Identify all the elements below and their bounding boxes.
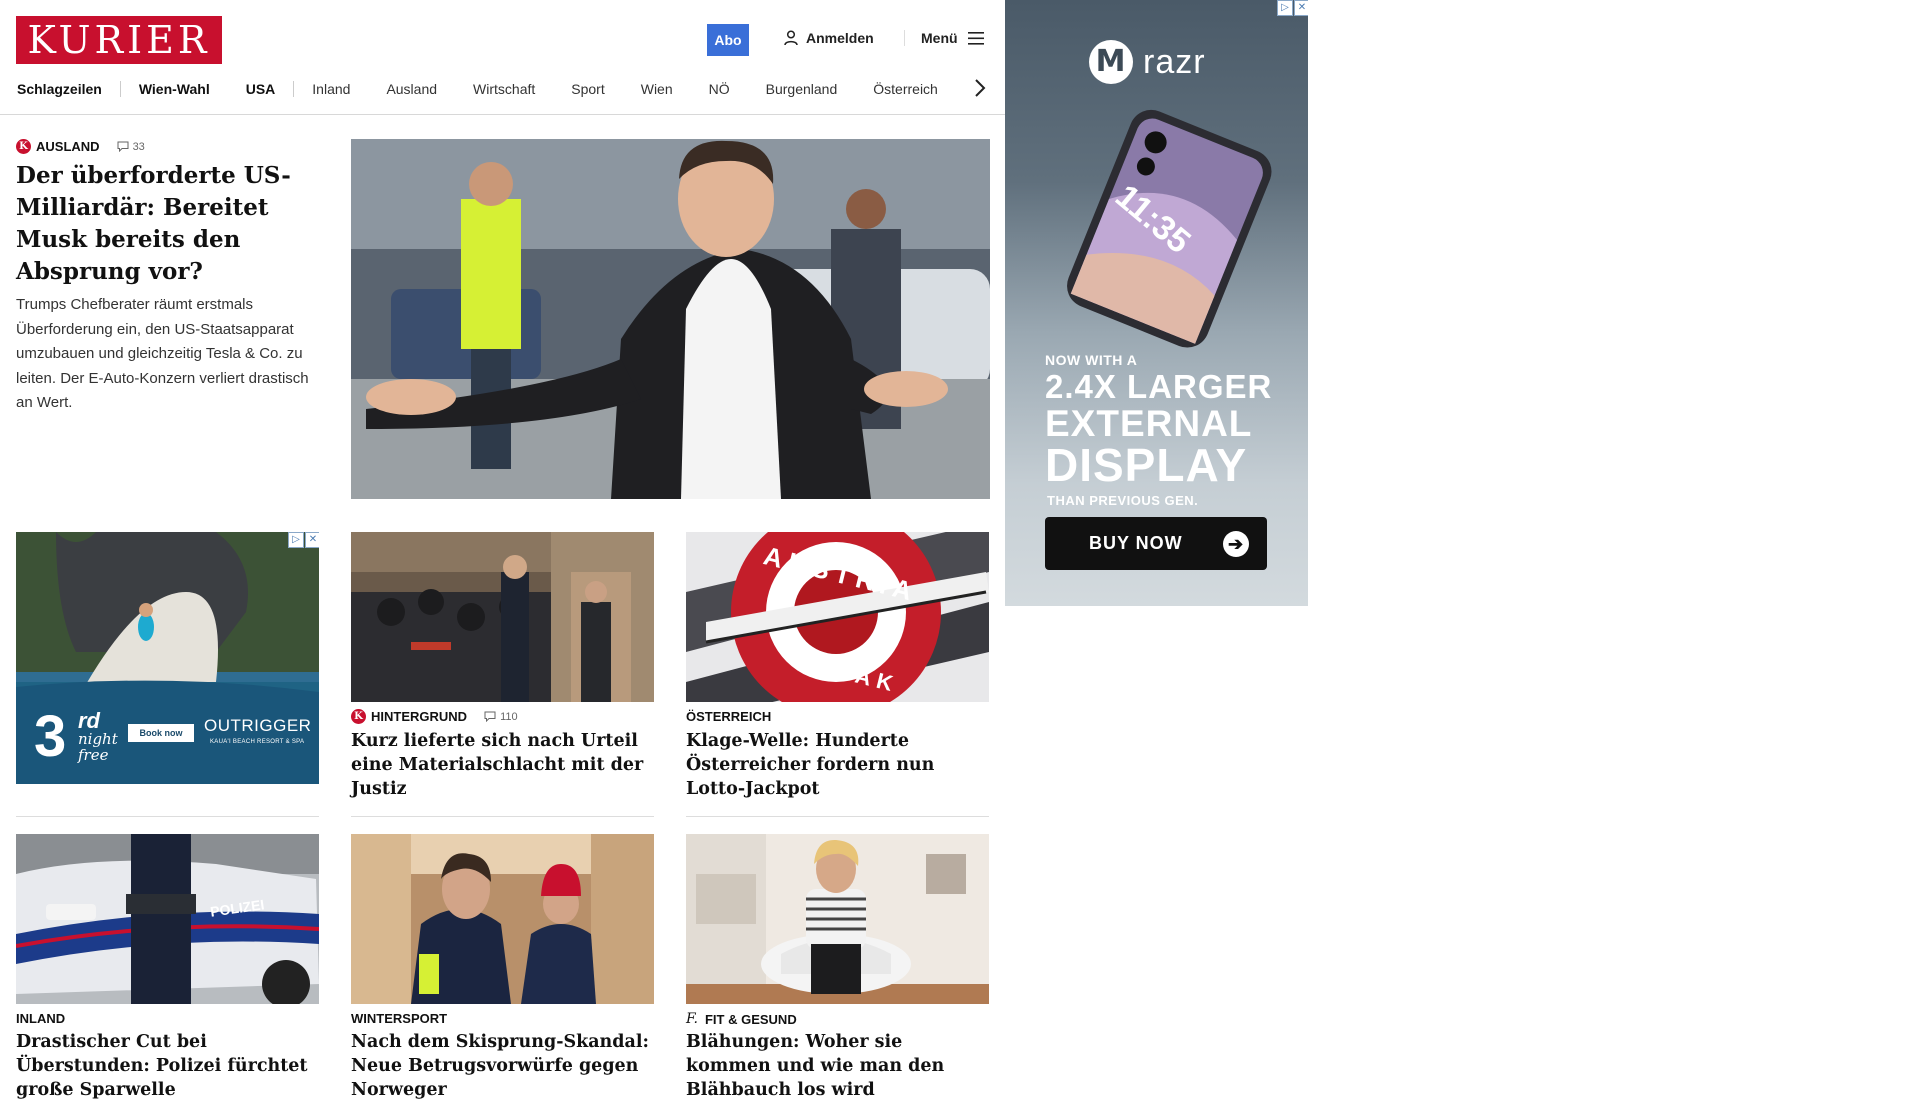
card-kicker-kurz[interactable]: K HINTERGRUND 110 — [351, 709, 518, 724]
card-title-blaehungen[interactable]: Blähungen: Woher sie kommen und wie man … — [686, 1030, 989, 1102]
site-header: KURIER Abo Anmelden Menü Schlagzeilen Wi… — [0, 0, 1005, 115]
motorola-logo-icon: M — [1089, 40, 1133, 84]
card-image-skisprung[interactable] — [351, 834, 654, 1004]
adchoices-icon[interactable]: ▷ — [1277, 0, 1293, 16]
ad-line3: EXTERNAL — [1045, 403, 1253, 444]
hamburger-icon — [967, 31, 984, 45]
comment-count-value: 33 — [132, 140, 145, 153]
card-divider — [686, 816, 989, 817]
ad-close-icon[interactable]: ✕ — [305, 532, 319, 548]
login-button[interactable]: Anmelden — [784, 30, 874, 46]
comment-count-value: 110 — [500, 710, 518, 723]
kicker-label: WINTERSPORT — [351, 1011, 448, 1026]
outrigger-brand: OUTRIGGER — [204, 716, 312, 735]
kicker-label: INLAND — [16, 1011, 66, 1026]
comment-count[interactable]: 110 — [484, 711, 518, 723]
card-kicker-skisprung[interactable]: WINTERSPORT — [351, 1011, 447, 1026]
nav-item-noe[interactable]: NÖ — [691, 81, 748, 97]
chevron-right-icon[interactable] — [974, 78, 986, 98]
kurier-plus-icon: K — [16, 139, 31, 154]
card-image-blaehungen[interactable] — [686, 834, 989, 1004]
abo-button[interactable]: Abo — [707, 24, 749, 56]
ad-line1: NOW WITH A — [1045, 352, 1138, 368]
nav-item-sport[interactable]: Sport — [553, 81, 622, 97]
book-now-button[interactable]: Book now — [128, 724, 194, 742]
nav-item-usa[interactable]: USA — [228, 81, 294, 97]
card-kicker-blaehungen[interactable]: f. FIT & GESUND — [686, 1011, 797, 1027]
adchoices[interactable]: ▷ ✕ — [288, 532, 319, 548]
main-story-teaser: Trumps Chefberater räumt erstmals Überfo… — [16, 296, 309, 411]
card-kicker-polizei[interactable]: INLAND — [16, 1011, 65, 1026]
kicker-label: AUSLAND — [36, 139, 100, 154]
kicker-label: ÖSTERREICH — [686, 709, 772, 724]
comment-icon — [117, 141, 129, 152]
arrow-right-icon: ➔ — [1223, 530, 1249, 557]
ad-close-icon[interactable]: ✕ — [1294, 0, 1308, 16]
adchoices-icon[interactable]: ▷ — [288, 532, 304, 548]
offer-line2: free — [78, 746, 109, 764]
outrigger-brand-sub: KAUA'I BEACH RESORT & SPA — [210, 739, 305, 745]
card-image-kurz[interactable] — [351, 532, 654, 702]
nav-item-inland[interactable]: Inland — [294, 81, 368, 97]
outrigger-ad[interactable]: 3 rd night free Book now OUTRIGGER KAUA'… — [16, 532, 319, 784]
adchoices[interactable]: ▷ ✕ — [1277, 0, 1308, 16]
buy-now-button[interactable]: BUY NOW ➔ — [1045, 517, 1267, 570]
nav-item-schlagzeilen[interactable]: Schlagzeilen — [16, 81, 120, 97]
fit-gesund-icon: f. — [686, 1011, 698, 1027]
kurier-logo[interactable]: KURIER — [16, 16, 222, 64]
menu-label: Menü — [921, 30, 958, 46]
buy-now-label: BUY NOW — [1089, 533, 1183, 553]
nav-item-ausland[interactable]: Ausland — [368, 81, 455, 97]
user-icon — [784, 30, 798, 46]
ad-line2: 2.4X LARGER — [1045, 368, 1273, 405]
razr-wordmark: razr — [1143, 42, 1206, 81]
card-divider — [16, 816, 319, 817]
card-divider — [351, 816, 654, 817]
card-title-skisprung[interactable]: Nach dem Skisprung-Skandal: Neue Betrugs… — [351, 1030, 654, 1102]
card-title-lotto[interactable]: Klage-Welle: Hunderte Österreicher forde… — [686, 729, 989, 801]
main-story-kicker[interactable]: K AUSLAND 33 — [16, 139, 145, 154]
nav-item-wirtschaft[interactable]: Wirtschaft — [455, 81, 553, 97]
card-title-polizei[interactable]: Drastischer Cut bei Überstunden: Polizei… — [16, 1030, 319, 1102]
kicker-label: FIT & GESUND — [704, 1011, 797, 1027]
comment-count[interactable]: 33 — [117, 141, 145, 153]
login-label: Anmelden — [806, 30, 874, 46]
menu-button[interactable]: Menü — [904, 30, 984, 46]
section-nav: Schlagzeilen Wien-Wahl USA Inland Auslan… — [16, 80, 956, 98]
nav-item-wien[interactable]: Wien — [623, 81, 691, 97]
nav-item-oesterreich[interactable]: Österreich — [855, 81, 956, 97]
card-title-kurz[interactable]: Kurz lieferte sich nach Urteil eine Mate… — [351, 729, 654, 801]
offer-number: 3 — [34, 704, 67, 769]
card-image-polizei[interactable] — [16, 834, 319, 1004]
razr-brand: M razr — [1089, 40, 1206, 84]
main-story-image[interactable] — [351, 139, 990, 499]
kicker-label: HINTERGRUND — [371, 709, 468, 724]
main-story-title[interactable]: Der überforderte US-Milliardär: Bereitet… — [16, 160, 321, 288]
kurier-plus-icon: K — [351, 709, 366, 724]
ad-line5: THAN PREVIOUS GEN. — [1047, 493, 1199, 508]
ad-line4: DISPLAY — [1045, 439, 1248, 491]
card-kicker-lotto[interactable]: ÖSTERREICH — [686, 709, 771, 724]
nav-item-burgenland[interactable]: Burgenland — [748, 81, 856, 97]
nav-item-wien-wahl[interactable]: Wien-Wahl — [121, 81, 228, 97]
comment-icon — [484, 711, 496, 722]
motorola-razr-ad[interactable]: ▷ ✕ M razr 11:35 NOW WITH A 2.4X LARGER … — [1005, 0, 1308, 606]
